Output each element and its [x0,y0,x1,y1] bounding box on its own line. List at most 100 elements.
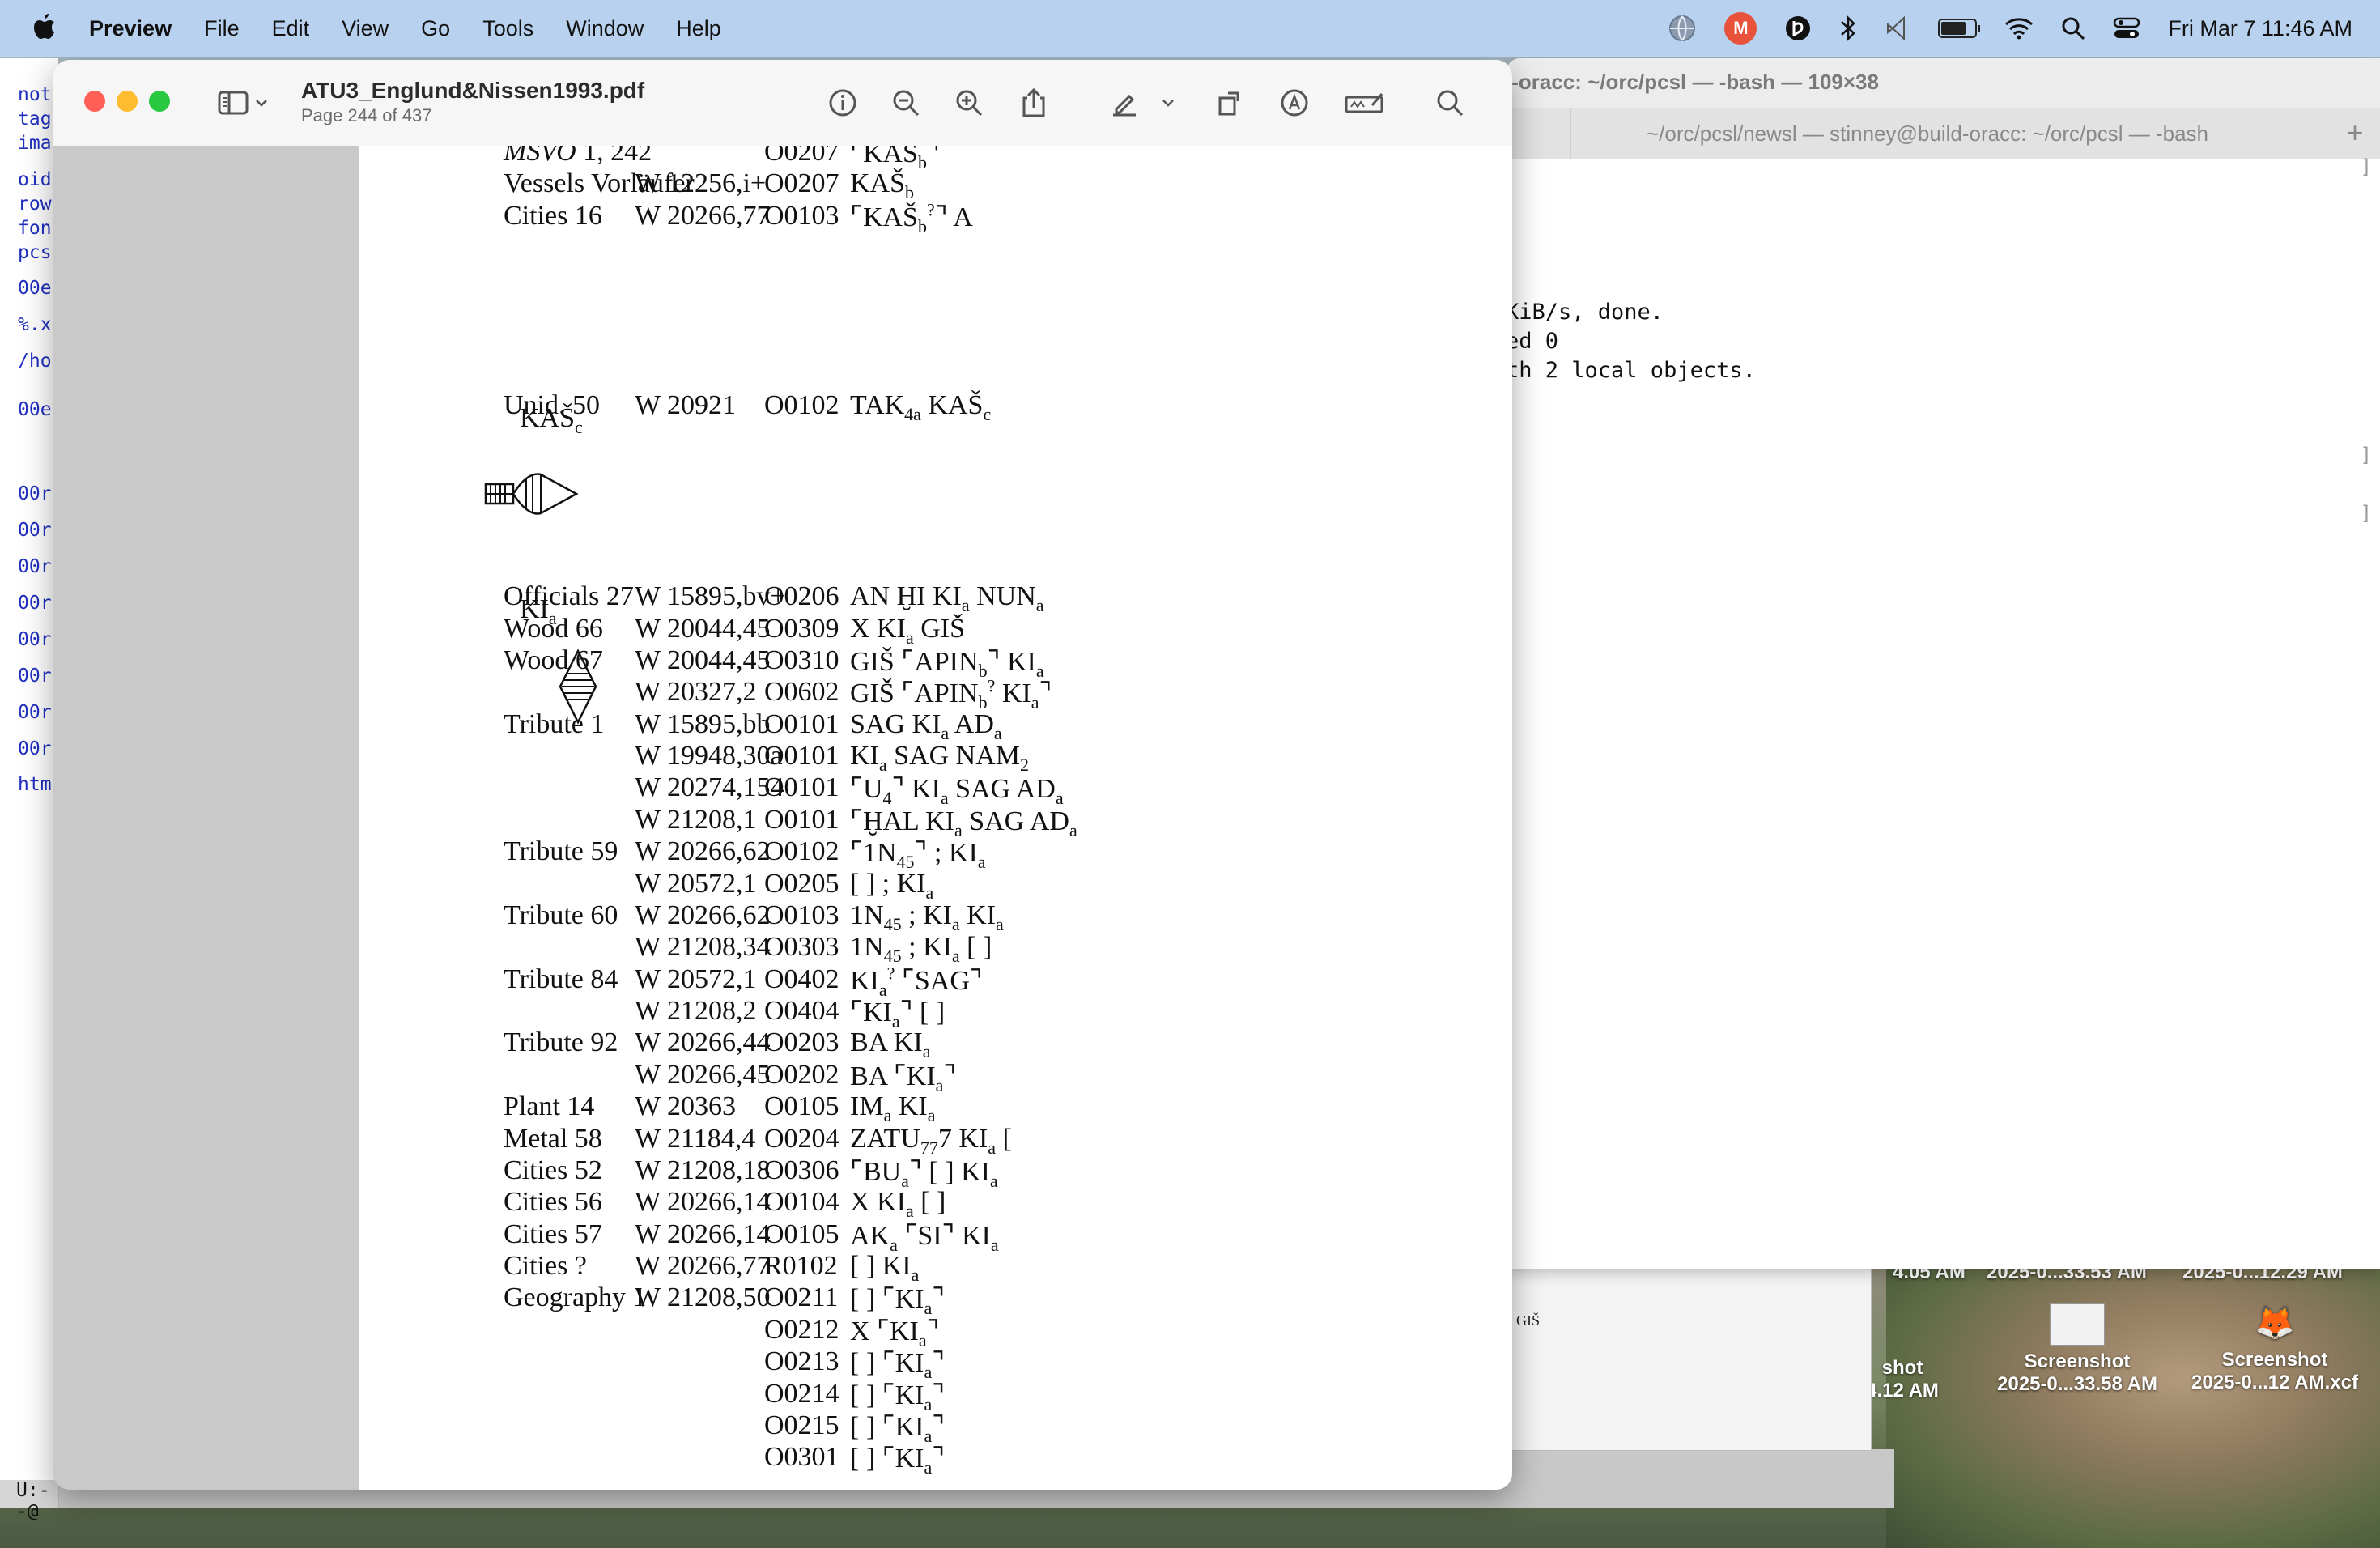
battery-icon[interactable] [1938,19,1981,38]
table-cell-museum: W 20572,1 [635,963,757,994]
share-icon[interactable] [1015,84,1052,121]
control-center-icon[interactable] [2113,16,2140,40]
table-cell-museum: W 20327,2 [635,677,757,708]
app-menu[interactable]: Preview [89,16,172,41]
table-cell-text: Geography 1 [504,1282,647,1313]
table-cell-reading: X KIa GIŠ [850,613,965,648]
table-cell-text: Plant 14 [504,1091,595,1122]
table-cell-reading: GIŠ ⌜APINb⌝ KIa [850,646,1044,681]
zoom-out-icon[interactable] [887,84,924,121]
info-icon[interactable] [824,84,861,121]
desktop-file[interactable]: 🦊 Screenshot 2025-0...12 AM.xcf [2178,1303,2372,1394]
form-filling-icon[interactable] [1342,84,1388,121]
new-tab-button[interactable]: + [2335,117,2375,151]
m-app-icon[interactable]: M [1724,12,1757,45]
emacs-text-line: 00r [18,702,52,723]
wifi-icon[interactable] [2004,17,2034,40]
emacs-text-line: fon [18,218,52,239]
screenshot-thumbnail [2050,1303,2105,1346]
table-cell-code: O0205 [764,868,839,899]
emacs-text-line: %.x [18,314,52,335]
table-cell-reading: KIa? ⌜SAG⌝ [850,963,983,1000]
zoom-button[interactable] [149,91,170,112]
menu-help[interactable]: Help [676,16,721,41]
table-cell-code: O0102 [764,389,839,420]
menu-edit[interactable]: Edit [272,16,310,41]
table-cell-museum: W 20044,45 [635,644,771,675]
emacs-modeline: U:--@ [0,1480,58,1522]
terminal-window[interactable]: l-oracc: ~/orc/pcsl — -bash — 109×38 ~/o… [1506,58,2380,1269]
close-button[interactable] [84,91,105,112]
thumbnail-sidebar [53,146,359,1490]
menu-file[interactable]: File [204,16,240,41]
pdf-page[interactable]: KAŠc KIa W 21725O0502KAŠbMSVO 1, 242O020… [359,146,1512,1490]
document-title: ATU3_Englund&Nissen1993.pdf [301,78,645,103]
table-cell-reading: [ ] ⌜KIa⌝ [850,1444,946,1478]
table-cell-code: O0207 [764,146,839,167]
table-cell-reading: KIa SAG NAM2 [850,741,1030,775]
emacs-text-line: row [18,194,52,215]
table-cell-code: O0202 [764,1059,839,1090]
table-cell-reading: [ ] ; KIa [850,868,934,903]
table-cell-code: O0101 [764,708,839,739]
table-cell-museum: W 20266,14 [635,1187,771,1218]
table-cell-museum: W 20044,45 [635,613,771,644]
table-cell-code: O0402 [764,963,839,994]
table-cell-code: O0215 [764,1410,839,1440]
table-cell-code: O0404 [764,996,839,1026]
table-cell-code: O0204 [764,1123,839,1154]
chevron-down-icon[interactable] [1156,84,1180,121]
gimp-file-icon: 🦊 [2255,1305,2295,1341]
markup-pen-icon[interactable] [1106,84,1143,121]
table-cell-museum: W 19948,30a [635,741,783,771]
scroll-marker: ] [2360,444,2372,466]
vscode-icon[interactable] [1885,15,1910,41]
table-cell-reading: AKa ⌜SI⌝ KIa [850,1220,999,1255]
terminal-output-line: ed 0 [1506,329,1559,354]
menu-go[interactable]: Go [421,16,450,41]
apple-menu-icon[interactable] [32,12,58,45]
table-cell-code: O0310 [764,644,839,675]
table-cell-code: O0103 [764,899,839,930]
table-cell-reading: [ ] ⌜KIa⌝ [850,1411,946,1446]
desktop-file[interactable]: Screenshot 2025-0...33.58 AM [1980,1303,2174,1396]
search-icon[interactable] [1431,84,1468,121]
table-cell-reading: AN ḪI KIa NUNa [850,581,1044,616]
table-cell-text: Cities 56 [504,1187,602,1218]
zoom-in-icon[interactable] [950,84,988,121]
preview-toolbar: ATU3_Englund&Nissen1993.pdf Page 244 of … [53,60,1512,147]
rotate-icon[interactable] [1211,84,1248,121]
emacs-text-line: 00r [18,556,52,577]
emacs-text-line: 00r [18,593,52,614]
desktop-file-name: Screenshot [2024,1350,2131,1372]
emacs-text-line: 00e [18,278,52,299]
media-icon[interactable] [1784,15,1812,42]
sidebar-toggle-icon[interactable] [212,84,274,121]
emacs-window[interactable]: not tag ima oid row fon pcs 00e %.x/ho 00e 00r 00r 0… [0,58,59,1522]
preview-window[interactable]: ATU3_Englund&Nissen1993.pdf Page 244 of … [53,60,1512,1490]
globe-icon[interactable] [1668,14,1697,43]
table-cell-museum: W 21208,1 [635,804,757,835]
annotate-icon[interactable] [1276,84,1313,121]
table-cell-code: O0212 [764,1314,839,1345]
desktop-file[interactable]: shot 4.12 AM [1862,1357,1943,1402]
menu-view[interactable]: View [342,16,389,41]
image-text: GIŠ [1516,1312,1541,1329]
minimize-button[interactable] [117,91,138,112]
table-cell-museum: W 20266,44 [635,1027,771,1058]
table-cell-text: Unid. 50 [504,389,600,420]
table-cell-museum: W 20266,62 [635,899,771,930]
table-cell-code: O0102 [764,836,839,867]
menu-tools[interactable]: Tools [482,16,533,41]
terminal-titlebar[interactable]: l-oracc: ~/orc/pcsl — -bash — 109×38 [1506,58,2380,108]
table-cell-text: Cities 16 [504,200,602,231]
table-cell-code: O0203 [764,1027,839,1058]
table-cell-museum: W 20363 [635,1091,736,1122]
menubar-clock[interactable]: Fri Mar 7 11:46 AM [2168,16,2352,41]
search-icon[interactable] [2061,16,2085,40]
menu-window[interactable]: Window [566,16,644,41]
table-cell-reading: ⌜KIa⌝ [ ] [850,997,946,1031]
bluetooth-icon[interactable] [1839,15,1857,42]
terminal-tab[interactable]: ~/orc/pcsl/newsl — stinney@build-oracc: … [1570,108,2284,159]
table-cell-text: Cities ? [504,1251,587,1281]
